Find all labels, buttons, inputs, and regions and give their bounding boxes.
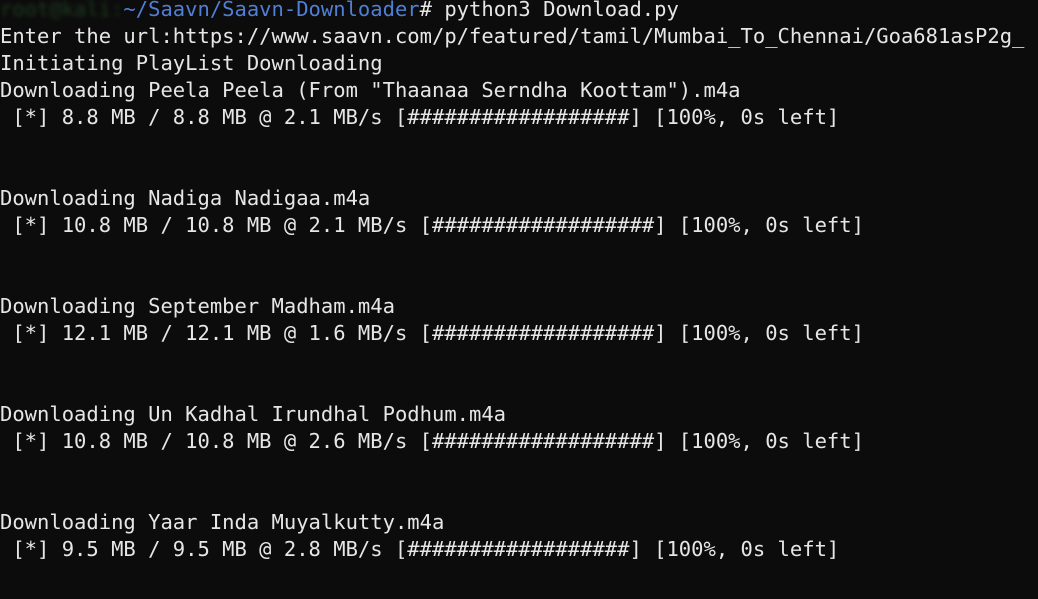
download-progress: [*] 12.1 MB / 12.1 MB @ 1.6 MB/s [######… (0, 321, 864, 345)
download-title: Downloading Yaar Inda Muyalkutty.m4a (0, 510, 445, 534)
download-title: Downloading Nadiga Nadigaa.m4a (0, 186, 371, 210)
status-line: Initiating PlayList Downloading (0, 51, 383, 75)
download-progress: [*] 10.8 MB / 10.8 MB @ 2.1 MB/s [######… (0, 213, 864, 237)
download-progress: [*] 8.8 MB / 8.8 MB @ 2.1 MB/s [########… (0, 105, 840, 129)
prompt-line: root@kali:~/Saavn/Saavn-Downloader# pyth… (0, 0, 679, 23)
download-title: Downloading September Madham.m4a (0, 294, 395, 318)
download-title: Downloading Peela Peela (From "Thaanaa S… (0, 78, 741, 102)
prompt-host: root@kali: (0, 0, 124, 21)
download-title: Downloading Un Kadhal Irundhal Podhum.m4… (0, 402, 507, 426)
prompt-command: python3 Download.py (431, 0, 679, 21)
url-input-line: Enter the url:https://www.saavn.com/p/fe… (0, 24, 1025, 48)
terminal-window[interactable]: root@kali:~/Saavn/Saavn-Downloader# pyth… (0, 0, 1038, 599)
download-progress: [*] 9.5 MB / 9.5 MB @ 2.8 MB/s [########… (0, 537, 840, 561)
prompt-symbol: # (419, 0, 432, 21)
prompt-path: ~/Saavn/Saavn-Downloader (123, 0, 420, 21)
download-progress: [*] 10.8 MB / 10.8 MB @ 2.6 MB/s [######… (0, 429, 864, 453)
